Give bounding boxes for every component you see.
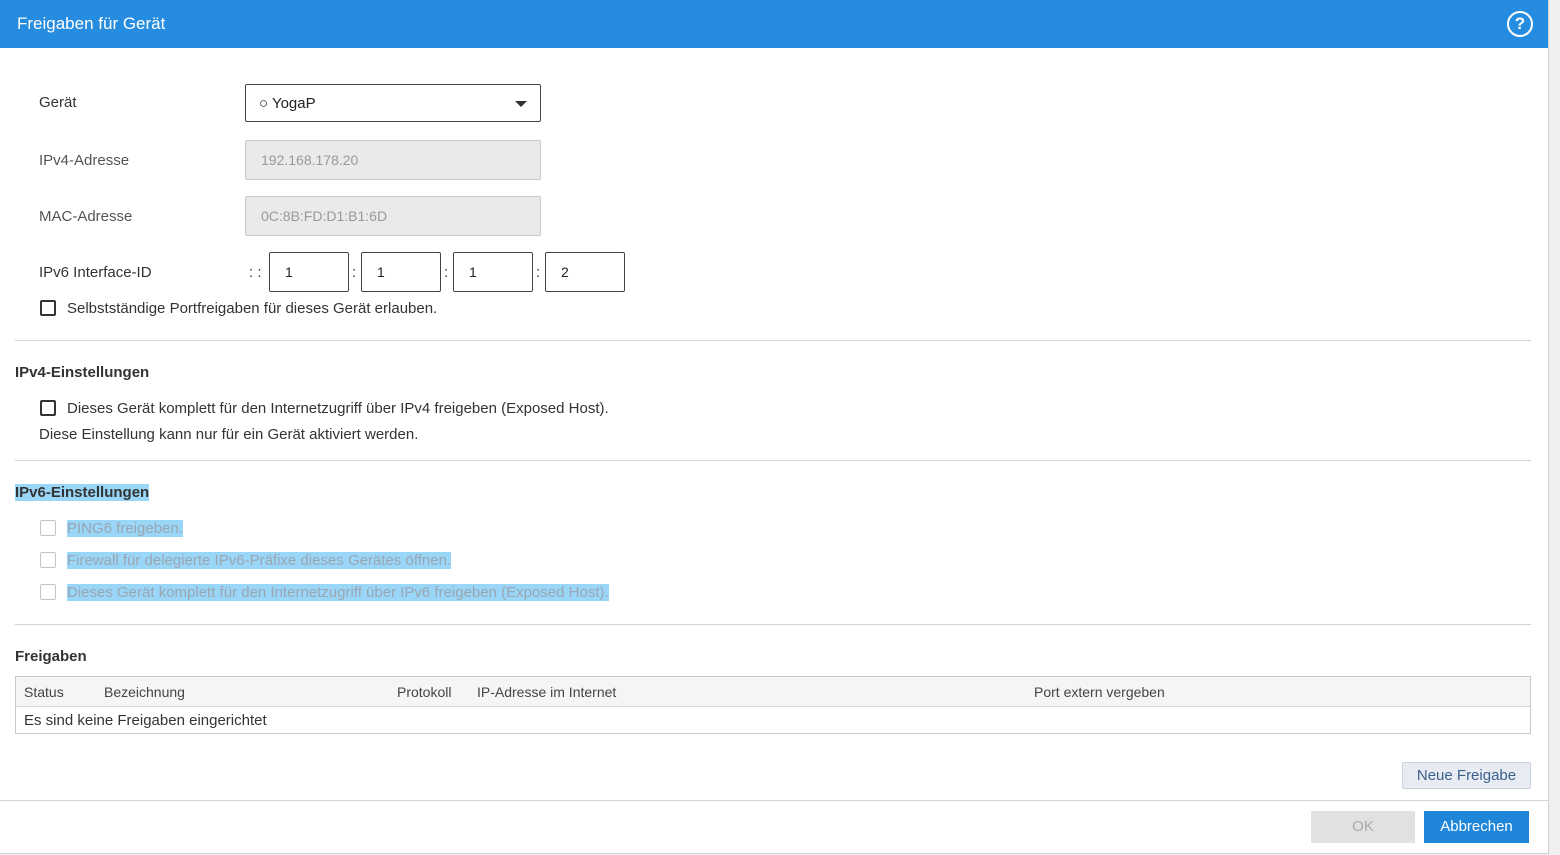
ipv6-id-part-2[interactable]: 1 [361,252,441,292]
ok-button[interactable]: OK [1311,811,1415,843]
allow-portfwd-checkbox[interactable] [40,300,56,316]
ipv6-id-part-4[interactable]: 2 [545,252,625,292]
allow-portfwd-label: Selbstständige Portfreigaben für dieses … [67,300,438,317]
freigaben-heading: Freigaben [15,648,87,665]
cancel-button[interactable]: Abbrechen [1424,811,1529,843]
table-header: Status Bezeichnung Protokoll IP-Adresse … [16,677,1530,707]
ipv4-exposed-host-checkbox[interactable] [40,400,56,416]
column-header-ip-address[interactable]: IP-Adresse im Internet [477,684,616,700]
freigaben-table: Status Bezeichnung Protokoll IP-Adresse … [15,676,1531,734]
question-circle-icon[interactable]: ? [1507,11,1533,37]
chevron-down-icon [515,101,527,107]
scrollbar[interactable] [1549,0,1560,855]
ipv4-exposed-host-note: Diese Einstellung kann nur für ein Gerät… [39,426,419,443]
ping6-checkbox[interactable] [40,520,56,536]
dialog-title: Freigaben für Gerät [17,14,166,33]
column-header-port-extern[interactable]: Port extern vergeben [1034,684,1165,700]
device-select[interactable]: ○ YogaP [245,84,541,122]
ipv4-settings-heading: IPv4-Einstellungen [15,364,150,381]
footer-divider [0,800,1548,801]
ipv6-separator: : [444,264,449,281]
title-bar: Freigaben für Gerät ? [0,0,1548,48]
ipv4-address-field: 192.168.178.20 [245,140,541,180]
ipv4-address-label: IPv4-Adresse [39,152,130,169]
ipv6-settings-heading: IPv6-Einstellungen [15,484,150,501]
ipv6-interface-id-label: IPv6 Interface-ID [39,264,152,281]
ping6-label: PING6 freigeben. [67,520,183,537]
new-share-button[interactable]: Neue Freigabe [1402,762,1531,789]
ipv6-separator: : [352,264,357,281]
column-header-protokoll[interactable]: Protokoll [397,684,451,700]
column-header-bezeichnung[interactable]: Bezeichnung [104,684,185,700]
ipv6-firewall-checkbox[interactable] [40,552,56,568]
ipv6-prefix-separator: : : [249,264,262,281]
ipv6-separator: : [536,264,541,281]
ipv6-id-part-1[interactable]: 1 [269,252,349,292]
device-label: Gerät [39,94,77,111]
divider [15,460,1531,461]
ipv6-exposed-host-checkbox[interactable] [40,584,56,600]
mac-address-field: 0C:8B:FD:D1:B1:6D [245,196,541,236]
ipv4-exposed-host-label: Dieses Gerät komplett für den Internetzu… [67,400,609,417]
ipv6-firewall-label: Firewall für delegierte IPv6-Präfixe die… [67,552,452,569]
mac-address-label: MAC-Adresse [39,208,133,225]
device-select-value: ○ YogaP [259,95,316,112]
column-header-status[interactable]: Status [24,684,64,700]
table-empty-message: Es sind keine Freigaben eingerichtet [24,712,267,729]
dialog: Freigaben für Gerät ? Gerät ○ YogaP IPv4… [0,0,1549,854]
ipv6-id-part-3[interactable]: 1 [453,252,533,292]
ipv6-exposed-host-label: Dieses Gerät komplett für den Internetzu… [67,584,609,601]
divider [15,340,1531,341]
divider [15,624,1531,625]
